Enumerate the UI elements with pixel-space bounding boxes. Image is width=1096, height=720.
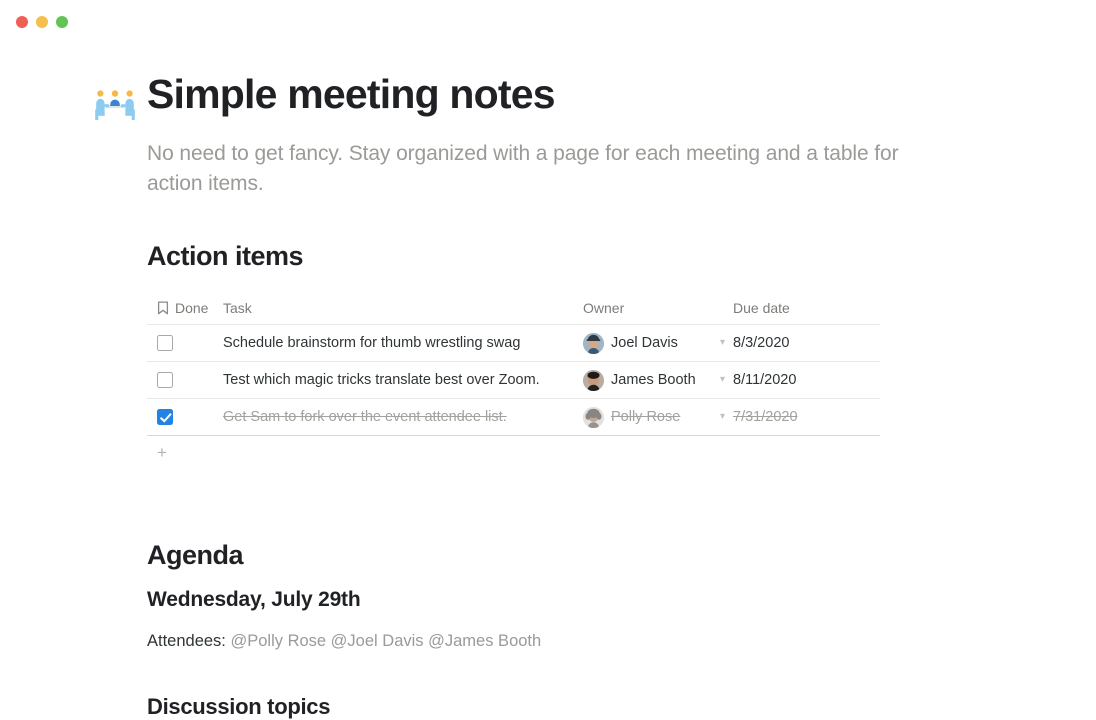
row-done-cell	[147, 335, 223, 351]
row-task-cell[interactable]: Schedule brainstorm for thumb wrestling …	[223, 335, 583, 351]
chevron-down-icon[interactable]: ▾	[720, 375, 725, 385]
row-owner-cell[interactable]: Polly Rose ▾	[583, 406, 733, 428]
page-title[interactable]: Simple meeting notes	[147, 71, 556, 118]
agenda-date[interactable]: Wednesday, July 29th	[147, 588, 1056, 612]
owner-name: Polly Rose	[611, 409, 681, 425]
table-row: Schedule brainstorm for thumb wrestling …	[147, 325, 880, 362]
plus-icon: +	[157, 443, 167, 462]
close-button[interactable]	[16, 16, 28, 28]
task-checkbox[interactable]	[157, 335, 173, 351]
action-items-table: Done Task Owner Due date Schedule brains…	[147, 292, 880, 469]
page-subtitle[interactable]: No need to get fancy. Stay organized wit…	[147, 139, 937, 199]
document-page: Simple meeting notes No need to get fanc…	[0, 71, 1096, 720]
column-header-done-label: Done	[175, 300, 209, 316]
table-row: Get Sam to fork over the event attendee …	[147, 399, 880, 436]
row-task-cell[interactable]: Get Sam to fork over the event attendee …	[223, 409, 583, 425]
add-row-button[interactable]: +	[147, 436, 880, 469]
owner-name: James Booth	[611, 372, 696, 388]
chevron-down-icon[interactable]: ▾	[720, 338, 725, 348]
row-done-cell	[147, 372, 223, 388]
task-checkbox[interactable]	[157, 409, 173, 425]
chevron-down-icon[interactable]: ▾	[720, 412, 725, 422]
table-header-row: Done Task Owner Due date	[147, 292, 880, 325]
discussion-topics-heading[interactable]: Discussion topics	[147, 694, 1056, 720]
row-due-date-cell[interactable]: 8/3/2020	[733, 335, 880, 351]
task-checkbox[interactable]	[157, 372, 173, 388]
people-meeting-emoji[interactable]	[92, 84, 138, 130]
row-owner-cell[interactable]: James Booth ▾	[583, 369, 733, 391]
avatar	[583, 369, 604, 391]
column-header-owner[interactable]: Owner	[583, 300, 733, 316]
page-title-row: Simple meeting notes	[92, 71, 1056, 130]
column-header-task[interactable]: Task	[223, 300, 583, 316]
row-task-cell[interactable]: Test which magic tricks translate best o…	[223, 372, 583, 388]
attendees-mentions[interactable]: @Polly Rose @Joel Davis @James Booth	[230, 632, 541, 650]
column-header-done[interactable]: Done	[147, 300, 223, 316]
column-header-due-date[interactable]: Due date	[733, 300, 880, 316]
minimize-button[interactable]	[36, 16, 48, 28]
bookmark-icon	[157, 301, 169, 315]
maximize-button[interactable]	[56, 16, 68, 28]
window-controls	[16, 16, 68, 28]
agenda-heading[interactable]: Agenda	[147, 540, 1056, 571]
avatar	[583, 406, 604, 428]
row-owner-cell[interactable]: Joel Davis ▾	[583, 332, 733, 354]
avatar	[583, 332, 604, 354]
row-due-date-cell[interactable]: 8/11/2020	[733, 372, 880, 388]
table-row: Test which magic tricks translate best o…	[147, 362, 880, 399]
action-items-heading[interactable]: Action items	[147, 241, 1056, 272]
attendees-line[interactable]: Attendees: @Polly Rose @Joel Davis @Jame…	[147, 632, 1056, 651]
window-titlebar	[0, 0, 1096, 44]
owner-name: Joel Davis	[611, 335, 678, 351]
page-content: Action items Done Task Owner Due date Sc…	[147, 241, 1056, 720]
row-due-date-cell[interactable]: 7/31/2020	[733, 409, 880, 425]
attendees-label: Attendees:	[147, 632, 226, 650]
row-done-cell	[147, 409, 223, 425]
